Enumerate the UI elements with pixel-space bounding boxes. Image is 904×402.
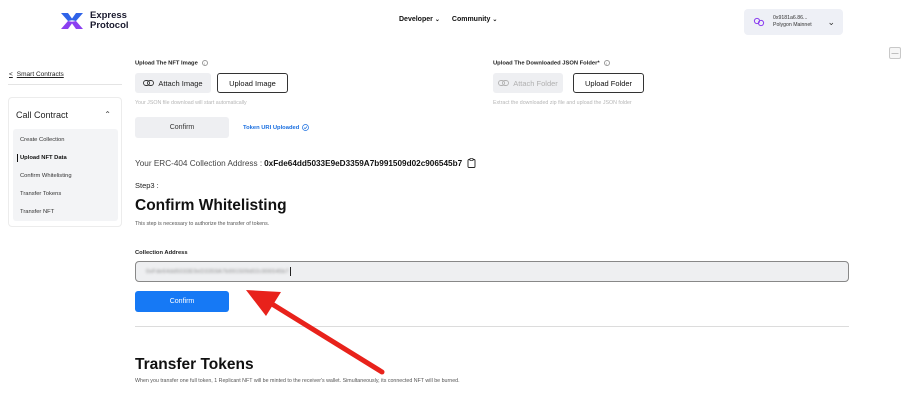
- chevron-up-icon[interactable]: ⌃: [104, 110, 111, 119]
- wallet-info: 0x9181a6.86... Polygon Mainnet: [773, 15, 812, 29]
- minimize-icon[interactable]: —: [889, 47, 901, 59]
- token-uri-status: Token URI Uploaded: [243, 124, 310, 131]
- text-caret: [289, 267, 291, 276]
- info-icon[interactable]: i: [603, 60, 610, 66]
- nav-developer-label: Developer: [399, 16, 433, 23]
- sidebar-item-transfer-tokens[interactable]: Transfer Tokens: [20, 191, 61, 197]
- collection-address-line: Your ERC-404 Collection Address :0xFde64…: [135, 158, 476, 168]
- collection-address-input-value: 0xFde64dd5033E9eD3359A7b991509d02c906545…: [146, 268, 289, 275]
- attach-image-label: Attach Image: [158, 78, 203, 88]
- express-protocol-logo[interactable]: Express Protocol: [60, 11, 129, 31]
- collection-address-input[interactable]: 0xFde64dd5033E9eD3359A7b991509d02c906545…: [135, 261, 849, 282]
- back-to-smart-contracts-link[interactable]: < Smart Contracts: [9, 71, 64, 78]
- collection-address-value: 0xFde64dd5033E9eD3359A7b991509d02c906545…: [264, 158, 463, 168]
- section-title-confirm-whitelisting: Confirm Whitelisting: [135, 197, 287, 214]
- folder-hint: Extract the downloaded zip file and uplo…: [493, 100, 632, 106]
- sidebar-item-confirm-whitelisting[interactable]: Confirm Whitelisting: [20, 173, 72, 179]
- logo-icon: [61, 13, 83, 29]
- json-folder-label-text: Upload The Downloaded JSON Folder*: [493, 60, 600, 67]
- nav-developer[interactable]: Developer ⌄: [399, 16, 440, 23]
- link-icon: [498, 80, 510, 86]
- back-link-label: Smart Contracts: [16, 71, 64, 78]
- info-icon[interactable]: i: [201, 60, 208, 66]
- logo-text: Express Protocol: [90, 11, 129, 31]
- link-icon: [143, 80, 155, 86]
- copy-icon[interactable]: [467, 158, 476, 168]
- call-contract-menu: Create Collection Upload NFT Data Confir…: [13, 129, 118, 221]
- wallet-network: Polygon Mainnet: [773, 22, 812, 28]
- nft-image-label: Upload The NFT Image i: [135, 60, 208, 67]
- logo-line-2: Protocol: [90, 20, 129, 31]
- whitelist-description: This step is necessary to authorize the …: [135, 221, 270, 227]
- sidebar-item-create-collection[interactable]: Create Collection: [20, 137, 64, 143]
- transfer-description: When you transfer one full token, 1 Repl…: [135, 378, 460, 384]
- attach-folder-button[interactable]: Attach Folder: [493, 73, 563, 93]
- confirm-whitelisting-button[interactable]: Confirm: [135, 291, 229, 312]
- sidebar-item-upload-nft-data[interactable]: Upload NFT Data: [17, 154, 67, 162]
- call-contract-panel: Call Contract ⌃ Create Collection Upload…: [8, 97, 122, 227]
- attach-folder-label: Attach Folder: [513, 78, 558, 88]
- section-divider: [135, 326, 849, 327]
- nft-image-label-text: Upload The NFT Image: [135, 60, 198, 67]
- token-uri-status-text: Token URI Uploaded: [243, 124, 300, 131]
- chevron-down-icon: ⌄: [434, 17, 440, 23]
- call-contract-title[interactable]: Call Contract: [16, 110, 68, 120]
- top-header: Express Protocol Developer ⌄ Community ⌄…: [0, 0, 904, 44]
- nav-community[interactable]: Community ⌄: [452, 16, 498, 23]
- collection-address-prefix: Your ERC-404 Collection Address :: [135, 158, 263, 168]
- upload-image-button[interactable]: Upload Image: [217, 73, 288, 93]
- nav-community-label: Community: [451, 16, 491, 23]
- upload-folder-button[interactable]: Upload Folder: [573, 73, 644, 93]
- sidebar-item-transfer-nft[interactable]: Transfer NFT: [20, 209, 54, 215]
- sidebar-divider: [8, 84, 122, 85]
- check-circle-icon: [302, 124, 310, 131]
- chevron-down-icon: ⌄: [827, 17, 835, 27]
- chevron-left-icon: <: [9, 71, 13, 78]
- json-folder-label: Upload The Downloaded JSON Folder* i: [493, 60, 610, 67]
- step-label: Step3 :: [135, 181, 159, 190]
- attach-image-button[interactable]: Attach Image: [135, 73, 211, 93]
- chain-link-icon: [753, 17, 765, 27]
- wallet-selector[interactable]: 0x9181a6.86... Polygon Mainnet ⌄: [744, 9, 843, 35]
- chevron-down-icon: ⌄: [492, 17, 498, 23]
- collection-address-field-label: Collection Address: [135, 250, 188, 256]
- top-nav: Developer ⌄ Community ⌄: [399, 16, 497, 23]
- upload-confirm-button[interactable]: Confirm: [135, 117, 229, 138]
- image-hint: Your JSON file download will start autom…: [135, 100, 247, 106]
- wallet-address: 0x9181a6.86...: [773, 15, 808, 21]
- section-title-transfer-tokens: Transfer Tokens: [135, 356, 254, 373]
